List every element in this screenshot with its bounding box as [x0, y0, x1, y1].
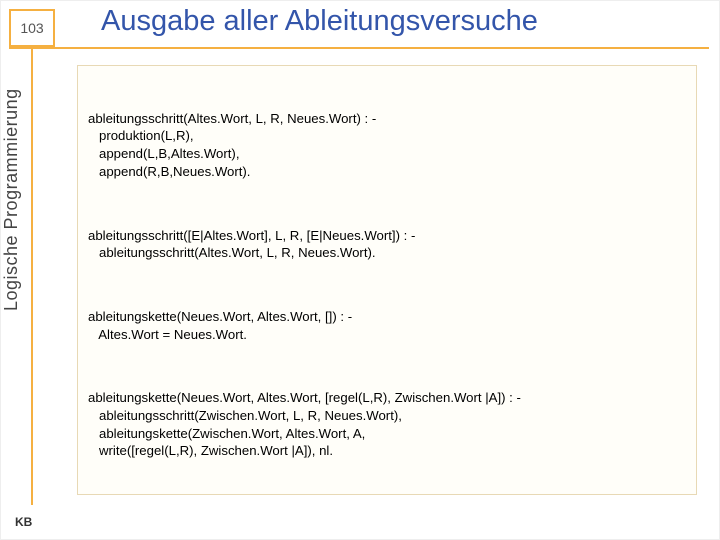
decor-vline	[31, 45, 33, 505]
code-block: ableitungsschritt(Altes.Wort, L, R, Neue…	[88, 110, 686, 181]
slide: 103 Ausgabe aller Ableitungsversuche Log…	[0, 0, 720, 540]
code-block: ableitungsschritt([E|Altes.Wort], L, R, …	[88, 227, 686, 263]
decor-hline	[9, 47, 709, 49]
code-block: ableitungskette(Neues.Wort, Altes.Wort, …	[88, 308, 686, 344]
code-block: ableitungskette(Neues.Wort, Altes.Wort, …	[88, 389, 686, 460]
footer-author: KB	[15, 515, 32, 529]
page-title: Ausgabe aller Ableitungsversuche	[101, 5, 709, 38]
side-label: Logische Programmierung	[1, 11, 22, 311]
page-number: 103	[9, 9, 55, 47]
code-box: ableitungsschritt(Altes.Wort, L, R, Neue…	[77, 65, 697, 495]
